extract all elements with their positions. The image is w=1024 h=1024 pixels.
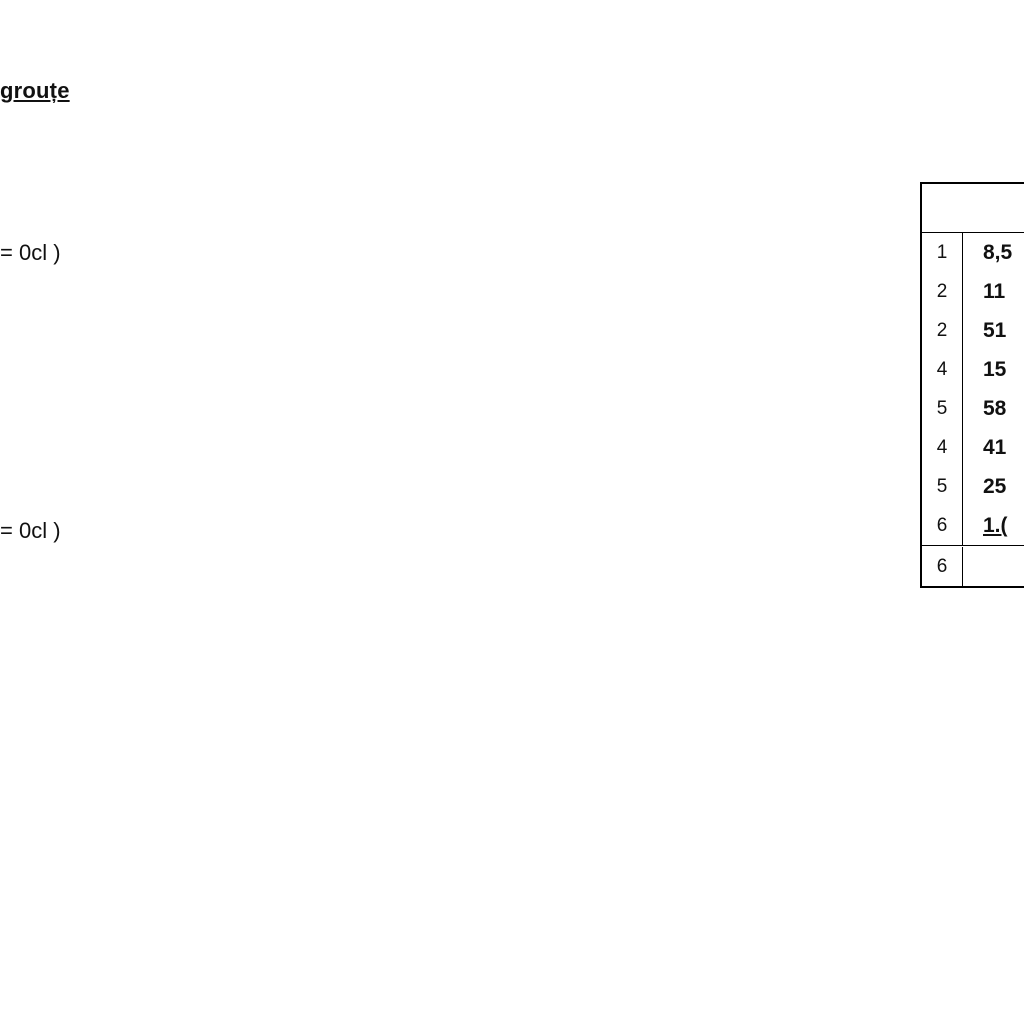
row-value: 15 xyxy=(963,350,1006,389)
formula-line-2: = 0cl ) xyxy=(0,518,61,544)
row-index: 2 xyxy=(922,272,963,311)
row-index: 4 xyxy=(922,350,963,389)
table-row: 5 25 xyxy=(922,467,1024,506)
table-row: 4 15 xyxy=(922,350,1024,389)
formula-line-1: = 0cl ) xyxy=(0,240,61,266)
table-row: 1 8,5 xyxy=(922,233,1024,272)
table-row: 5 58 xyxy=(922,389,1024,428)
row-index: 6 xyxy=(922,506,963,545)
table-header xyxy=(922,184,1024,233)
table-row: 6 1.( xyxy=(922,506,1024,545)
row-index: 5 xyxy=(922,389,963,428)
row-index: 1 xyxy=(922,233,963,272)
table-row: 2 51 xyxy=(922,311,1024,350)
table-row: 2 11 xyxy=(922,272,1024,311)
row-value: 41 xyxy=(963,428,1006,467)
section-heading: grouțe xyxy=(0,78,70,104)
row-value: 25 xyxy=(963,467,1006,506)
data-table: 1 8,5 2 11 2 51 4 15 5 58 4 41 5 25 6 1. xyxy=(920,182,1024,588)
row-value: 8,5 xyxy=(963,233,1012,272)
row-index: 5 xyxy=(922,467,963,506)
row-value: 1.( xyxy=(963,506,1008,545)
row-index: 6 xyxy=(922,547,963,586)
table-row: 4 41 xyxy=(922,428,1024,467)
row-index: 2 xyxy=(922,311,963,350)
row-index: 4 xyxy=(922,428,963,467)
table-footer-row: 6 xyxy=(922,545,1024,586)
row-value: 58 xyxy=(963,389,1006,428)
row-value: 51 xyxy=(963,311,1006,350)
row-value: 11 xyxy=(963,272,1005,311)
document-page: grouțe = 0cl ) = 0cl ) 1 8,5 2 11 2 51 4… xyxy=(0,0,1024,1024)
